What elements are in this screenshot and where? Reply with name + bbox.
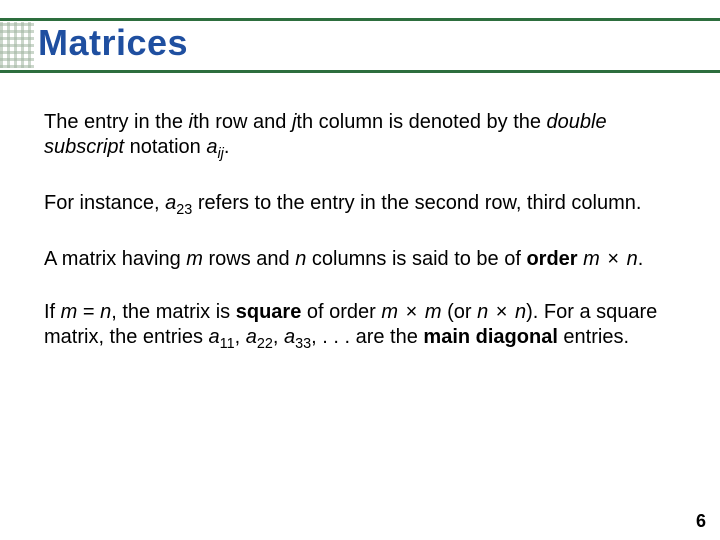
paragraph-3: A matrix having m rows and n columns is … xyxy=(44,247,676,272)
var-m: m xyxy=(381,301,398,323)
paragraph-1: The entry in the ith row and jth column … xyxy=(44,110,676,163)
times-icon: × xyxy=(488,301,515,323)
text: refers to the entry in the second row, t… xyxy=(192,192,641,214)
text: notation xyxy=(124,136,206,158)
header-rule-bottom xyxy=(0,70,720,73)
text: th row and xyxy=(193,111,292,133)
header-rule-top xyxy=(0,18,720,21)
term-main-diagonal: main diagonal xyxy=(423,326,557,348)
text: , xyxy=(235,326,246,348)
text: entries. xyxy=(558,326,629,348)
text: For instance, xyxy=(44,192,165,214)
text: , . . . are the xyxy=(311,326,423,348)
text: , xyxy=(273,326,284,348)
subscript-33: 33 xyxy=(295,336,311,352)
paragraph-4: If m = n, the matrix is square of order … xyxy=(44,300,676,353)
var-n: n xyxy=(100,301,111,323)
text: , the matrix is xyxy=(111,301,235,323)
slide-body: The entry in the ith row and jth column … xyxy=(44,110,676,381)
text: The entry in the xyxy=(44,111,189,133)
paragraph-2: For instance, a23 refers to the entry in… xyxy=(44,191,676,219)
var-m: m xyxy=(61,301,78,323)
slide-title: Matrices xyxy=(38,22,188,64)
subscript-23: 23 xyxy=(176,202,192,218)
text: th column is denoted by the xyxy=(296,111,546,133)
var-n: n xyxy=(515,301,526,323)
text: rows and xyxy=(203,248,295,270)
text: . xyxy=(224,136,230,158)
text: (or xyxy=(442,301,478,323)
times-icon: × xyxy=(600,248,627,270)
var-n: n xyxy=(627,248,638,270)
text: = xyxy=(77,301,100,323)
term-order: order xyxy=(526,248,577,270)
subscript-11: 11 xyxy=(220,336,235,352)
times-icon: × xyxy=(398,301,425,323)
var-m: m xyxy=(186,248,203,270)
text: of order xyxy=(301,301,381,323)
text: . xyxy=(638,248,644,270)
page-number: 6 xyxy=(696,511,706,532)
var-a: a xyxy=(246,326,257,348)
var-a: a xyxy=(209,326,220,348)
subscript-22: 22 xyxy=(257,336,273,352)
var-m: m xyxy=(583,248,600,270)
text: columns is said to be of xyxy=(306,248,526,270)
var-m: m xyxy=(425,301,442,323)
var-a: a xyxy=(206,136,217,158)
text: A matrix having xyxy=(44,248,186,270)
var-a: a xyxy=(284,326,295,348)
text: If xyxy=(44,301,61,323)
term-square: square xyxy=(236,301,302,323)
var-n: n xyxy=(295,248,306,270)
var-n: n xyxy=(477,301,488,323)
header-decoration xyxy=(0,22,34,68)
var-a: a xyxy=(165,192,176,214)
